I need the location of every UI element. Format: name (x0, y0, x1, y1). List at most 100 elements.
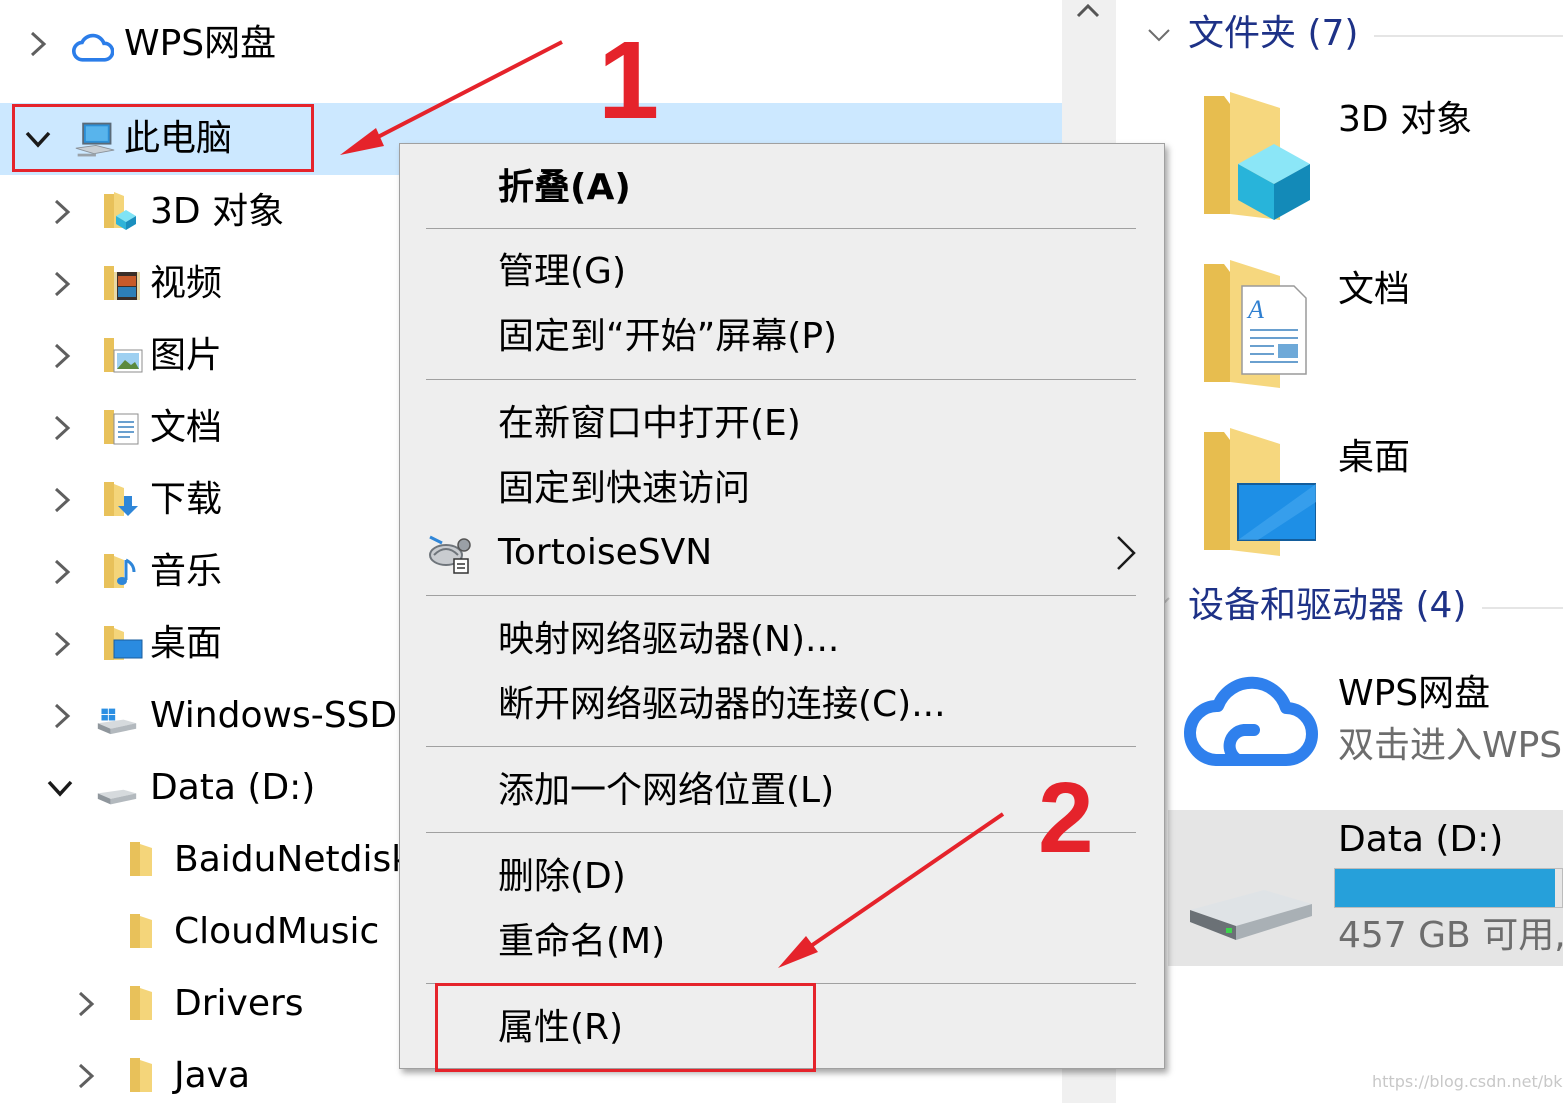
group-divider (1482, 607, 1563, 609)
highlight-box-properties (435, 983, 816, 1072)
folder-tile-desktop[interactable]: 桌面 (1196, 422, 1556, 562)
chevron-right-icon[interactable] (20, 26, 56, 62)
chevron-right-icon[interactable] (68, 1058, 104, 1094)
drive-large-icon (1190, 890, 1312, 940)
devices-group-header[interactable]: 设备和驱动器 (4) (1116, 574, 1563, 634)
menu-item-label: 重命名(M) (498, 921, 666, 962)
nav-item-label: 3D 对象 (150, 191, 285, 232)
tile-subtitle: 457 GB 可用, (1338, 915, 1563, 956)
chevron-right-icon[interactable] (44, 338, 80, 374)
folder-tile-documents[interactable]: A 文档 (1196, 254, 1556, 394)
wps-cloud-large-icon (1184, 676, 1318, 766)
menu-item-label: 添加一个网络位置(L) (498, 770, 835, 811)
menu-item-open-new-window[interactable]: 在新窗口中打开(E) (400, 394, 1164, 454)
watermark: https://blog.csdn.net/bkqkl (1372, 1072, 1563, 1091)
tortoisesvn-icon (429, 535, 471, 574)
nav-item-label: BaiduNetdisk (174, 839, 413, 880)
tile-name: 桌面 (1338, 437, 1411, 478)
step-1-label: 1 (598, 19, 660, 142)
nav-item-label: Windows-SSD (150, 695, 398, 736)
video-folder-icon (104, 266, 140, 300)
nav-item-label: Java (174, 1055, 251, 1096)
documents-large-icon: A (1204, 260, 1307, 388)
system-drive-icon (97, 708, 137, 735)
chevron-right-icon[interactable] (68, 986, 104, 1022)
documents-folder-icon (104, 410, 139, 445)
menu-item-pin-to-start[interactable]: 固定到“开始”屏幕(P) (400, 307, 1164, 367)
pictures-folder-icon (104, 338, 143, 373)
chevron-right-icon[interactable] (44, 698, 80, 734)
nav-item-label: 文档 (150, 407, 223, 448)
chevron-right-icon[interactable] (44, 410, 80, 446)
drive-usage-fill (1335, 869, 1556, 907)
menu-item-label: 删除(D) (498, 856, 626, 897)
nav-item-label: WPS网盘 (124, 23, 277, 64)
menu-item-label: 折叠(A) (498, 167, 631, 208)
folder-icon (130, 1058, 152, 1092)
nav-item-label: 视频 (150, 263, 223, 304)
group-title: 文件夹 (7) (1188, 13, 1359, 54)
3d-objects-folder-icon (104, 192, 136, 230)
menu-item-collapse[interactable]: 折叠(A) (400, 158, 1164, 218)
chevron-right-icon[interactable] (44, 266, 80, 302)
chevron-down-icon[interactable] (42, 770, 78, 806)
tile-name: Data (D:) (1338, 819, 1504, 860)
device-tile-data-drive[interactable]: Data (D:) 457 GB 可用, (1168, 810, 1563, 966)
device-tile-wps-cloud[interactable]: WPS网盘 双击进入WPS (1176, 664, 1563, 784)
tile-name: WPS网盘 (1338, 673, 1491, 714)
menu-item-label: 在新窗口中打开(E) (498, 403, 801, 444)
menu-separator (426, 228, 1136, 229)
chevron-right-icon[interactable] (44, 194, 80, 230)
menu-separator (426, 746, 1136, 747)
menu-item-label: TortoiseSVN (498, 532, 713, 573)
folders-group-header[interactable]: 文件夹 (7) (1116, 2, 1563, 62)
folder-tile-3d-objects[interactable]: 3D 对象 (1196, 86, 1556, 226)
menu-item-manage[interactable]: 管理(G) (400, 242, 1164, 302)
menu-separator (426, 379, 1136, 380)
svg-text:A: A (1246, 295, 1264, 324)
tile-name: 文档 (1338, 269, 1411, 310)
content-pane: 文件夹 (7) 3D 对象 A 文档 桌面 设备和驱动器 (4) WPS网盘 双… (1116, 0, 1563, 1103)
folder-icon (130, 914, 152, 948)
menu-item-map-network-drive[interactable]: 映射网络驱动器(N)... (400, 610, 1164, 670)
submenu-arrow-icon (1117, 536, 1136, 570)
tile-subtitle: 双击进入WPS (1338, 725, 1563, 766)
highlight-box-this-pc (12, 104, 314, 172)
nav-item-wps-cloud[interactable]: WPS网盘 (0, 8, 1062, 80)
menu-item-label: 管理(G) (498, 251, 626, 292)
drive-usage-bar (1334, 868, 1563, 908)
menu-item-label: 映射网络驱动器(N)... (498, 619, 840, 660)
menu-separator (426, 595, 1136, 596)
nav-item-label: 桌面 (150, 623, 223, 664)
nav-item-label: 图片 (150, 335, 223, 376)
menu-item-pin-quick-access[interactable]: 固定到快速访问 (400, 459, 1164, 519)
drive-icon (97, 789, 137, 805)
scroll-up-arrow-icon[interactable] (1072, 0, 1104, 24)
cloud-icon (72, 33, 114, 62)
nav-item-label: Drivers (174, 983, 304, 1024)
downloads-folder-icon (104, 482, 138, 516)
nav-item-label: CloudMusic (174, 911, 380, 952)
chevron-right-icon[interactable] (44, 626, 80, 662)
group-title: 设备和驱动器 (4) (1188, 585, 1467, 626)
desktop-folder-icon (104, 626, 143, 660)
menu-separator (426, 832, 1136, 833)
desktop-large-icon (1204, 428, 1316, 556)
context-menu: 折叠(A) 管理(G) 固定到“开始”屏幕(P) 在新窗口中打开(E) 固定到快… (399, 143, 1165, 1069)
nav-item-label: Data (D:) (150, 767, 316, 808)
menu-item-disconnect-network-drive[interactable]: 断开网络驱动器的连接(C)... (400, 675, 1164, 735)
music-folder-icon (104, 554, 136, 588)
menu-item-label: 固定到“开始”屏幕(P) (498, 316, 838, 357)
chevron-right-icon[interactable] (44, 482, 80, 518)
menu-item-rename[interactable]: 重命名(M) (400, 912, 1164, 972)
menu-item-tortoisesvn[interactable]: TortoiseSVN (400, 523, 1164, 583)
folder-icon (130, 986, 152, 1020)
chevron-down-icon[interactable] (1144, 20, 1174, 50)
menu-item-label: 断开网络驱动器的连接(C)... (498, 684, 946, 725)
nav-item-label: 下载 (150, 479, 223, 520)
tile-name: 3D 对象 (1338, 99, 1473, 140)
chevron-right-icon[interactable] (44, 554, 80, 590)
nav-item-label: 音乐 (150, 551, 223, 592)
3d-objects-large-icon (1204, 92, 1310, 220)
folder-icon (130, 842, 152, 876)
